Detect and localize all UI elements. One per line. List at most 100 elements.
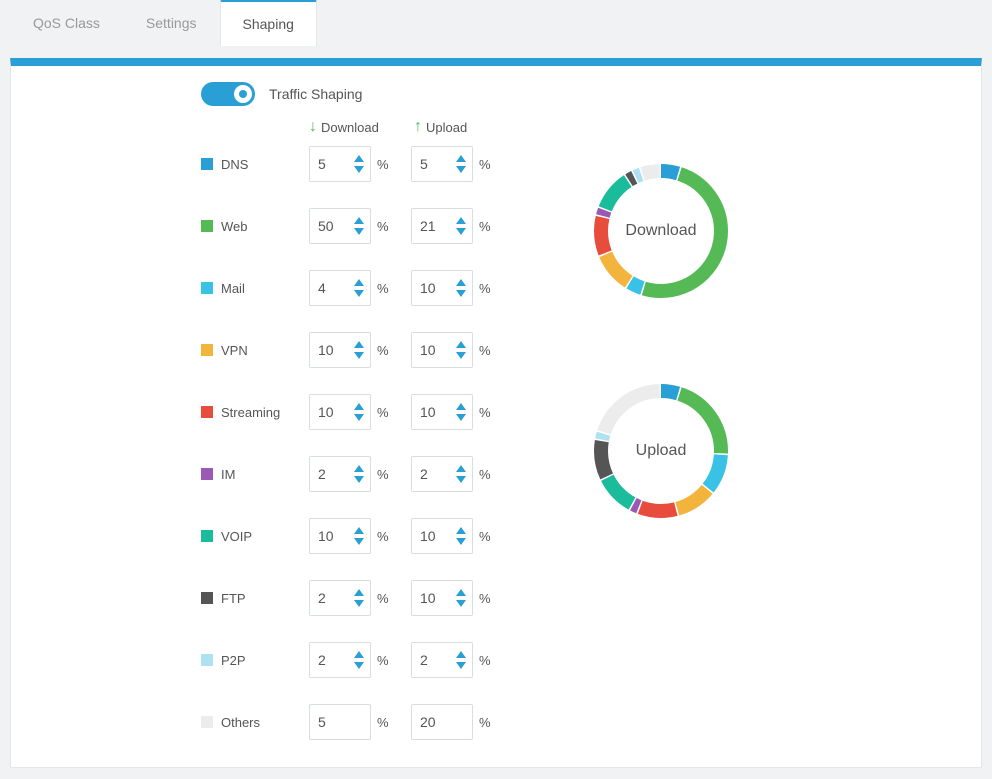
step-up-icon[interactable]: [456, 651, 466, 658]
step-down-icon[interactable]: [354, 352, 364, 359]
percent-label: %: [371, 157, 411, 172]
step-down-icon[interactable]: [456, 228, 466, 235]
step-up-icon[interactable]: [456, 279, 466, 286]
upload-input[interactable]: [412, 519, 450, 553]
download-input[interactable]: [310, 643, 348, 677]
upload-input[interactable]: [412, 333, 450, 367]
upload-column-header: ↑ Upload: [414, 118, 519, 136]
step-up-icon[interactable]: [354, 279, 364, 286]
upload-input[interactable]: [412, 271, 450, 305]
step-down-icon[interactable]: [456, 600, 466, 607]
upload-stepper[interactable]: [411, 704, 473, 740]
upload-stepper[interactable]: [411, 208, 473, 244]
download-donut-chart: Download: [586, 156, 736, 306]
download-stepper[interactable]: [309, 270, 371, 306]
category-label: Web: [221, 219, 248, 234]
download-input[interactable]: [310, 581, 348, 615]
download-stepper[interactable]: [309, 518, 371, 554]
step-up-icon[interactable]: [354, 465, 364, 472]
upload-stepper[interactable]: [411, 394, 473, 430]
step-down-icon[interactable]: [354, 414, 364, 421]
step-up-icon[interactable]: [354, 217, 364, 224]
upload-stepper[interactable]: [411, 332, 473, 368]
step-up-icon[interactable]: [456, 465, 466, 472]
upload-stepper[interactable]: [411, 456, 473, 492]
download-stepper[interactable]: [309, 394, 371, 430]
percent-label: %: [371, 653, 411, 668]
step-down-icon[interactable]: [354, 662, 364, 669]
upload-stepper[interactable]: [411, 642, 473, 678]
percent-label: %: [371, 281, 411, 296]
percent-label: %: [473, 715, 513, 730]
step-down-icon[interactable]: [456, 352, 466, 359]
step-down-icon[interactable]: [354, 476, 364, 483]
upload-stepper[interactable]: [411, 146, 473, 182]
step-down-icon[interactable]: [456, 538, 466, 545]
category-label: VOIP: [221, 529, 252, 544]
upload-input[interactable]: [412, 209, 450, 243]
download-input[interactable]: [310, 714, 370, 730]
step-up-icon[interactable]: [456, 403, 466, 410]
download-stepper[interactable]: [309, 704, 371, 740]
category-row: Others%%: [201, 704, 981, 740]
download-stepper[interactable]: [309, 642, 371, 678]
step-down-icon[interactable]: [354, 290, 364, 297]
step-up-icon[interactable]: [456, 341, 466, 348]
category-label: Others: [221, 715, 260, 730]
download-stepper[interactable]: [309, 580, 371, 616]
traffic-shaping-label: Traffic Shaping: [269, 86, 362, 102]
step-down-icon[interactable]: [456, 662, 466, 669]
upload-input[interactable]: [412, 147, 450, 181]
step-down-icon[interactable]: [456, 166, 466, 173]
download-stepper[interactable]: [309, 146, 371, 182]
step-up-icon[interactable]: [354, 155, 364, 162]
step-down-icon[interactable]: [456, 414, 466, 421]
download-input[interactable]: [310, 271, 348, 305]
download-arrow-icon: ↓: [309, 118, 317, 136]
percent-label: %: [473, 529, 513, 544]
step-down-icon[interactable]: [354, 600, 364, 607]
percent-label: %: [371, 467, 411, 482]
step-up-icon[interactable]: [456, 217, 466, 224]
download-stepper[interactable]: [309, 332, 371, 368]
download-donut-label: Download: [586, 156, 736, 306]
download-input[interactable]: [310, 457, 348, 491]
upload-input[interactable]: [412, 714, 472, 730]
upload-input[interactable]: [412, 643, 450, 677]
upload-input[interactable]: [412, 395, 450, 429]
step-up-icon[interactable]: [354, 589, 364, 596]
percent-label: %: [473, 343, 513, 358]
download-stepper[interactable]: [309, 456, 371, 492]
color-swatch: [201, 406, 213, 418]
upload-donut-label: Upload: [586, 376, 736, 526]
step-down-icon[interactable]: [354, 166, 364, 173]
download-input[interactable]: [310, 519, 348, 553]
step-up-icon[interactable]: [354, 403, 364, 410]
upload-input[interactable]: [412, 457, 450, 491]
upload-stepper[interactable]: [411, 270, 473, 306]
percent-label: %: [473, 591, 513, 606]
download-input[interactable]: [310, 147, 348, 181]
download-input[interactable]: [310, 209, 348, 243]
step-down-icon[interactable]: [354, 228, 364, 235]
color-swatch: [201, 654, 213, 666]
step-up-icon[interactable]: [354, 527, 364, 534]
tab-shaping[interactable]: Shaping: [220, 0, 317, 46]
step-down-icon[interactable]: [456, 476, 466, 483]
upload-stepper[interactable]: [411, 518, 473, 554]
step-up-icon[interactable]: [354, 651, 364, 658]
download-input[interactable]: [310, 395, 348, 429]
step-up-icon[interactable]: [456, 155, 466, 162]
step-up-icon[interactable]: [456, 527, 466, 534]
traffic-shaping-toggle[interactable]: [201, 82, 255, 106]
download-stepper[interactable]: [309, 208, 371, 244]
download-input[interactable]: [310, 333, 348, 367]
step-down-icon[interactable]: [354, 538, 364, 545]
step-down-icon[interactable]: [456, 290, 466, 297]
step-up-icon[interactable]: [456, 589, 466, 596]
step-up-icon[interactable]: [354, 341, 364, 348]
upload-input[interactable]: [412, 581, 450, 615]
tab-settings[interactable]: Settings: [123, 0, 220, 46]
tab-qos-class[interactable]: QoS Class: [10, 0, 123, 46]
upload-stepper[interactable]: [411, 580, 473, 616]
